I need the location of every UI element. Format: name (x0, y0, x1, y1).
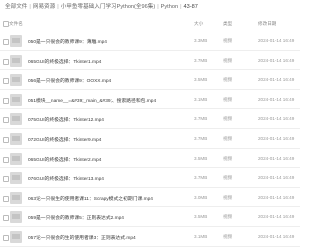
video-thumbnail-icon (10, 54, 22, 67)
column-header-name[interactable]: 文件名 (9, 21, 23, 27)
file-type: 视频 (223, 57, 233, 63)
row-checkbox[interactable] (3, 195, 9, 203)
table-row[interactable]: 056是一只很会的教师课9：OOXX.mp4 3.5MB 视频 2024-01-14 … (0, 69, 300, 90)
file-name[interactable]: 076GUI的终极选择：Tkinter13.mp4 (28, 175, 193, 182)
file-type: 视频 (223, 96, 233, 102)
file-name[interactable]: 050是一只很会的教师课9：薄雕.mp4 (28, 38, 193, 45)
file-size: 3.7MB (194, 136, 208, 141)
breadcrumb: 全部文件 | 网易资源 | 小甲鱼零基础入门学习Python(全96集) | Python |… (5, 3, 296, 12)
file-size: 3.1MB (194, 96, 208, 102)
file-modified-time: 2024-01-14 16:49 (258, 136, 295, 141)
breadcrumb-separator: | (57, 4, 59, 10)
table-row[interactable]: 063论一只很生的使用者课11：Scrapy模式之初期门课.mp4 3.0MB 视频… (0, 187, 300, 208)
row-checkbox[interactable] (3, 78, 9, 85)
breadcrumb-separator: | (157, 4, 159, 10)
breadcrumb-item-netease[interactable]: 网易资源 (33, 4, 55, 10)
file-modified-time: 2024-01-14 16:49 (258, 38, 295, 43)
table-row[interactable]: 059是一只很会的教师课5：正则表达式2.mp4 3.5MB 视频 2024-01-1… (0, 206, 300, 227)
breadcrumb-item-all-files[interactable]: 全部文件 (5, 4, 27, 10)
file-name[interactable]: 065GUI的终极选择：Tkinter2.mp4 (28, 156, 193, 163)
row-checkbox[interactable] (3, 58, 9, 66)
breadcrumb-separator: | (180, 4, 182, 10)
video-thumbnail-icon (10, 133, 22, 145)
file-type: 视频 (223, 77, 233, 83)
file-type: 视频 (223, 155, 233, 161)
file-name[interactable]: 057论一只很会的生的使用者课3：正则表达式.mp4 (28, 234, 193, 241)
file-modified-time: 2024-01-14 16:49 (258, 77, 295, 83)
file-size: 3.7MB (194, 116, 208, 122)
file-size: 3.5MB (194, 155, 208, 161)
row-checkbox[interactable] (3, 97, 9, 105)
file-modified-time: 2024-01-14 16:49 (258, 194, 295, 200)
breadcrumb-item-course[interactable]: 小甲鱼零基础入门学习Python(全96集) (61, 4, 156, 10)
file-type: 视频 (223, 194, 233, 200)
file-type: 视频 (223, 234, 233, 239)
table-row[interactable]: 050是一只很会的教师课9：薄雕.mp4 3.3MB 视频 2024-01-14 16… (0, 30, 300, 51)
table-row[interactable]: 057论一只很会的生的使用者课3：正则表达式.mp4 3.1MB 视频 2024-01… (0, 226, 300, 247)
column-header-size[interactable]: 大小 (194, 21, 203, 27)
video-thumbnail-icon (10, 35, 22, 47)
file-name[interactable]: 065GUI的终极选择：Tkinter1.mp4 (28, 58, 193, 65)
video-thumbnail-icon (10, 191, 22, 204)
file-name[interactable]: 056是一只很会的教师课9：OOXX.mp4 (28, 77, 193, 84)
row-checkbox[interactable] (3, 176, 9, 183)
file-size: 3.5MB (194, 77, 208, 83)
file-modified-time: 2024-01-14 16:49 (258, 96, 295, 102)
file-modified-time: 2024-01-14 16:49 (258, 175, 295, 181)
video-thumbnail-icon (10, 113, 22, 126)
video-thumbnail-icon (10, 93, 22, 106)
breadcrumb-current: 43-87 (183, 4, 198, 10)
table-row[interactable]: 065GUI的终极选择：Tkinter1.mp4 3.7MB 视频 2024-01-1… (0, 50, 300, 71)
file-type: 视频 (223, 38, 233, 43)
video-thumbnail-icon (10, 152, 22, 165)
file-size: 3.7MB (194, 57, 208, 63)
table-row[interactable]: 051模块__name__=&#39;_main_&#39;、搜索路径和包.mp… (0, 89, 300, 110)
column-header-time[interactable]: 修改日期 (258, 21, 276, 27)
file-modified-time: 2024-01-14 16:49 (258, 155, 295, 161)
file-modified-time: 2024-01-14 16:49 (258, 234, 295, 239)
file-modified-time: 2024-01-14 16:49 (258, 116, 295, 122)
video-thumbnail-icon (10, 172, 22, 185)
file-name[interactable]: 075GUI的终极选择：Tkinter12.mp4 (28, 116, 193, 123)
table-row[interactable]: 076GUI的终极选择：Tkinter13.mp4 3.7MB 视频 2024-01-… (0, 167, 300, 188)
file-size: 3.5MB (194, 214, 208, 220)
table-row[interactable]: 072GUI的终极选择：Tkinter9.mp4 3.7MB 视频 2024-01-1… (0, 128, 300, 149)
file-type: 视频 (223, 116, 233, 122)
row-checkbox[interactable] (3, 117, 9, 124)
file-modified-time: 2024-01-14 16:49 (258, 57, 295, 63)
row-checkbox[interactable] (3, 39, 9, 46)
table-row[interactable]: 065GUI的终极选择：Tkinter2.mp4 3.5MB 视频 2024-01-1… (0, 148, 300, 169)
file-type: 视频 (223, 136, 233, 141)
table-row[interactable]: 075GUI的终极选择：Tkinter12.mp4 3.7MB 视频 2024-01-… (0, 108, 300, 129)
file-name[interactable]: 063论一只很生的使用者课11：Scrapy模式之初期门课.mp4 (28, 195, 193, 202)
video-thumbnail-icon (10, 231, 22, 243)
file-name[interactable]: 051模块__name__=&#39;_main_&#39;、搜索路径和包.mp… (28, 97, 193, 104)
file-size: 3.1MB (194, 234, 208, 239)
file-type: 视频 (223, 214, 233, 220)
file-modified-time: 2024-01-14 16:49 (258, 214, 295, 220)
breadcrumb-item-python[interactable]: Python (161, 4, 178, 10)
breadcrumb-separator: | (29, 4, 31, 10)
video-thumbnail-icon (10, 211, 22, 224)
row-checkbox[interactable] (3, 235, 9, 242)
file-size: 3.0MB (194, 194, 208, 200)
file-size: 3.7MB (194, 175, 208, 181)
row-checkbox[interactable] (3, 137, 9, 144)
table-header: 文件名 大小 类型 修改日期 (0, 19, 300, 29)
video-thumbnail-icon (10, 74, 22, 87)
column-header-type[interactable]: 类型 (223, 21, 232, 27)
file-name[interactable]: 059是一只很会的教师课5：正则表达式2.mp4 (28, 214, 193, 221)
file-size: 3.3MB (194, 38, 208, 43)
row-checkbox[interactable] (3, 215, 9, 222)
file-type: 视频 (223, 175, 233, 181)
file-name[interactable]: 072GUI的终极选择：Tkinter9.mp4 (28, 136, 193, 143)
row-checkbox[interactable] (3, 156, 9, 164)
